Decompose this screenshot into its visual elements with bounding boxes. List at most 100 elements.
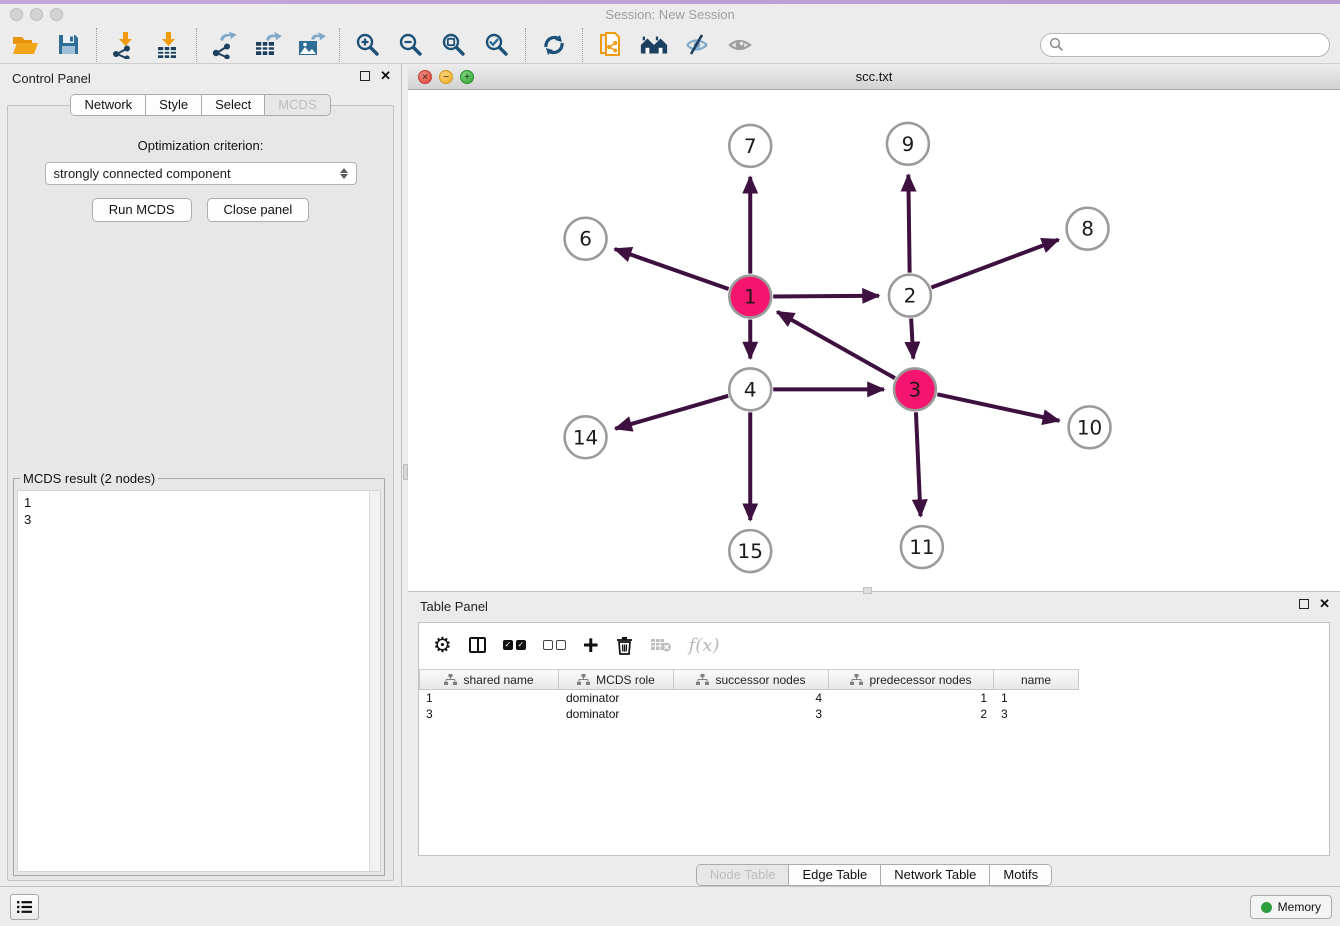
criterion-dropdown[interactable]: strongly connected component bbox=[45, 162, 357, 185]
result-scrollbar[interactable] bbox=[369, 491, 380, 871]
search-field[interactable] bbox=[1040, 33, 1330, 57]
mcds-result-textarea[interactable]: 1 3 bbox=[17, 490, 381, 872]
graph-node-11[interactable]: 11 bbox=[901, 526, 943, 568]
graph-edge-3-11[interactable] bbox=[916, 412, 921, 516]
first-neighbors-icon[interactable] bbox=[639, 30, 669, 60]
graph-node-7[interactable]: 7 bbox=[729, 125, 771, 167]
column-header-name[interactable]: name bbox=[994, 670, 1079, 689]
tab-network-table[interactable]: Network Table bbox=[880, 865, 989, 885]
cell-shared-name[interactable]: 3 bbox=[419, 707, 559, 723]
cell-predecessor-nodes[interactable]: 2 bbox=[829, 707, 994, 723]
graph-node-14[interactable]: 14 bbox=[565, 416, 607, 458]
table-panel-close-button[interactable]: ✕ bbox=[1319, 599, 1330, 609]
svg-text:1: 1 bbox=[744, 285, 757, 309]
table-row[interactable]: 1dominator411 bbox=[419, 691, 1329, 707]
graph-node-3[interactable]: 3 bbox=[894, 368, 936, 410]
graph-edge-1-6[interactable] bbox=[615, 249, 729, 289]
node-table-container: ⚙ ✓✓ + bbox=[418, 622, 1330, 856]
export-image-icon[interactable] bbox=[296, 30, 326, 60]
tab-select[interactable]: Select bbox=[201, 95, 264, 115]
graph-node-15[interactable]: 15 bbox=[729, 530, 771, 572]
graph-node-4[interactable]: 4 bbox=[729, 368, 771, 410]
cell-MCDS-role[interactable]: dominator bbox=[559, 707, 674, 723]
run-mcds-button[interactable]: Run MCDS bbox=[92, 198, 192, 222]
tab-node-table[interactable]: Node Table bbox=[697, 865, 789, 885]
zoom-fit-icon[interactable] bbox=[439, 30, 469, 60]
add-column-icon[interactable]: + bbox=[583, 635, 599, 655]
toolbar-separator bbox=[339, 28, 340, 62]
zoom-out-icon[interactable] bbox=[396, 30, 426, 60]
select-all-columns-icon[interactable]: ✓✓ bbox=[503, 640, 526, 650]
open-session-icon[interactable] bbox=[10, 30, 40, 60]
svg-text:3: 3 bbox=[909, 377, 922, 401]
search-input[interactable] bbox=[1069, 37, 1321, 52]
vertical-splitter[interactable] bbox=[401, 64, 408, 886]
tab-motifs[interactable]: Motifs bbox=[989, 865, 1051, 885]
memory-status-icon bbox=[1261, 902, 1272, 913]
cell-shared-name[interactable]: 1 bbox=[419, 691, 559, 707]
horizontal-splitter-grip[interactable] bbox=[863, 587, 872, 594]
graph-node-10[interactable]: 10 bbox=[1069, 406, 1111, 448]
dropdown-stepper-icon bbox=[340, 168, 348, 179]
graph-edge-3-1[interactable] bbox=[777, 312, 895, 378]
control-panel-float-button[interactable] bbox=[360, 71, 370, 81]
deselect-all-columns-icon[interactable] bbox=[543, 640, 566, 650]
table-row[interactable]: 3dominator323 bbox=[419, 707, 1329, 723]
graph-node-1[interactable]: 1 bbox=[729, 276, 771, 318]
network-window-titlebar[interactable]: × − + scc.txt bbox=[408, 64, 1340, 90]
zoom-selected-icon[interactable] bbox=[482, 30, 512, 60]
tab-mcds[interactable]: MCDS bbox=[264, 95, 329, 115]
close-panel-button[interactable]: Close panel bbox=[207, 198, 310, 222]
cell-successor-nodes[interactable]: 4 bbox=[674, 691, 829, 707]
table-settings-icon[interactable]: ⚙ bbox=[433, 635, 452, 655]
column-type-icon bbox=[444, 674, 457, 686]
delete-column-icon[interactable] bbox=[616, 636, 633, 655]
column-header-successor-nodes[interactable]: successor nodes bbox=[674, 670, 829, 689]
svg-text:6: 6 bbox=[579, 227, 592, 251]
show-all-icon[interactable] bbox=[725, 30, 755, 60]
new-network-from-file-icon[interactable] bbox=[596, 30, 626, 60]
optimization-criterion-label: Optimization criterion: bbox=[8, 138, 393, 153]
graph-node-2[interactable]: 2 bbox=[889, 275, 931, 317]
export-table-icon[interactable] bbox=[253, 30, 283, 60]
tab-style[interactable]: Style bbox=[145, 95, 201, 115]
control-panel-close-button[interactable]: ✕ bbox=[380, 71, 391, 81]
window-title: Session: New Session bbox=[0, 7, 1340, 22]
import-network-icon[interactable] bbox=[110, 30, 140, 60]
memory-button[interactable]: Memory bbox=[1250, 895, 1332, 919]
graph-edge-2-8[interactable] bbox=[931, 240, 1058, 288]
tab-edge-table[interactable]: Edge Table bbox=[788, 865, 880, 885]
column-header-predecessor-nodes[interactable]: predecessor nodes bbox=[829, 670, 994, 689]
task-history-button[interactable] bbox=[10, 894, 39, 920]
mcds-result-text: 1 3 bbox=[18, 491, 380, 531]
graph-edge-3-10[interactable] bbox=[937, 394, 1059, 420]
graph-edge-4-14[interactable] bbox=[615, 396, 728, 429]
graph-node-6[interactable]: 6 bbox=[565, 218, 607, 260]
export-network-icon[interactable] bbox=[210, 30, 240, 60]
network-canvas[interactable]: 1 2 3 4 6 7 8 9 10 11 14 15 bbox=[408, 90, 1340, 591]
cell-MCDS-role[interactable]: dominator bbox=[559, 691, 674, 707]
apply-layout-icon[interactable] bbox=[539, 30, 569, 60]
split-panel-icon[interactable] bbox=[469, 637, 486, 653]
graph-node-9[interactable]: 9 bbox=[887, 123, 929, 165]
svg-text:10: 10 bbox=[1077, 415, 1102, 439]
svg-text:2: 2 bbox=[904, 284, 917, 308]
hide-selected-icon[interactable] bbox=[682, 30, 712, 60]
cell-name[interactable]: 1 bbox=[994, 691, 1079, 707]
table-panel-float-button[interactable] bbox=[1299, 599, 1309, 609]
column-header-shared-name[interactable]: shared name bbox=[419, 670, 559, 689]
cell-name[interactable]: 3 bbox=[994, 707, 1079, 723]
cell-predecessor-nodes[interactable]: 1 bbox=[829, 691, 994, 707]
tab-network[interactable]: Network bbox=[71, 95, 145, 115]
column-header-MCDS-role[interactable]: MCDS role bbox=[559, 670, 674, 689]
save-session-icon[interactable] bbox=[53, 30, 83, 60]
toolbar-separator bbox=[96, 28, 97, 62]
svg-text:9: 9 bbox=[902, 132, 915, 156]
graph-node-8[interactable]: 8 bbox=[1067, 208, 1109, 250]
cell-successor-nodes[interactable]: 3 bbox=[674, 707, 829, 723]
graph-edge-1-2[interactable] bbox=[773, 296, 879, 297]
zoom-in-icon[interactable] bbox=[353, 30, 383, 60]
import-table-icon[interactable] bbox=[153, 30, 183, 60]
graph-edge-2-9[interactable] bbox=[908, 175, 909, 273]
graph-edge-2-3[interactable] bbox=[911, 319, 913, 359]
